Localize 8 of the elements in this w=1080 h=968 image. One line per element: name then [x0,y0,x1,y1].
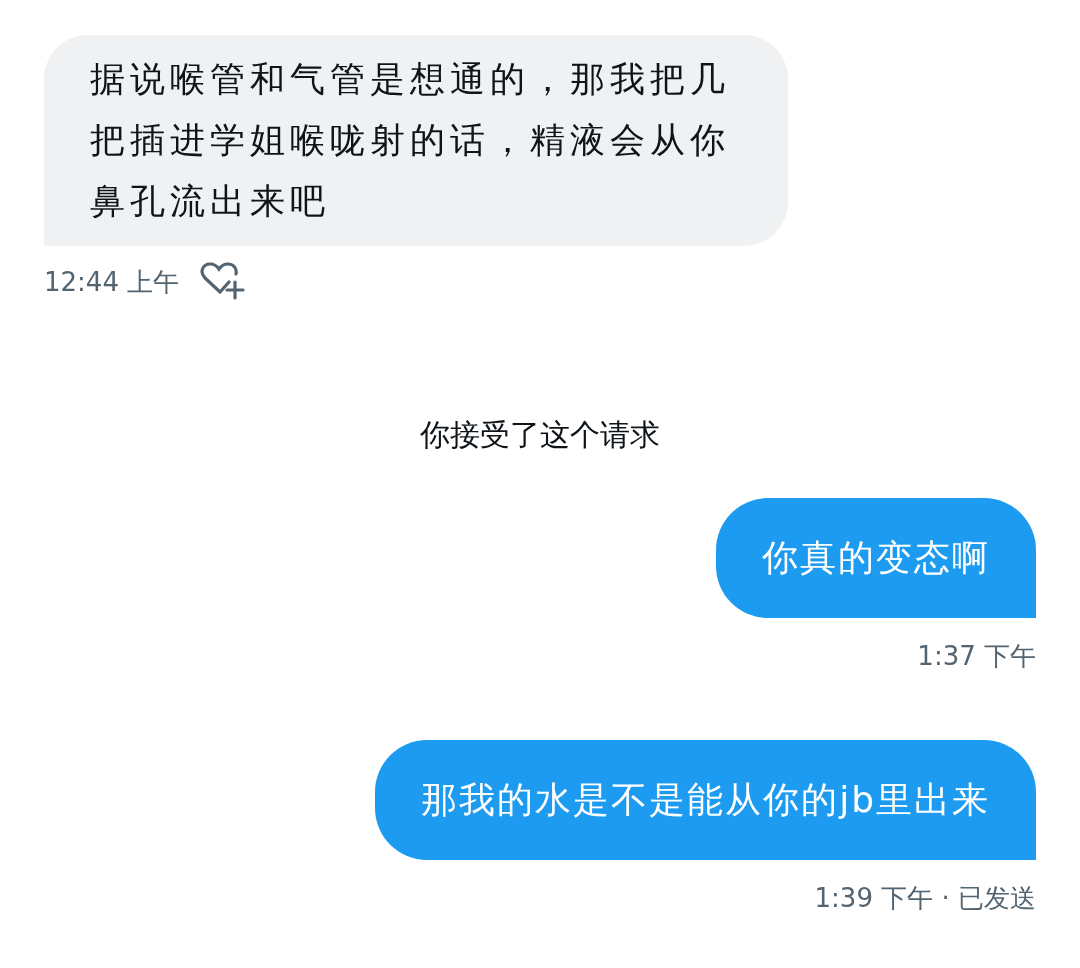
message-bubble: 那我的水是不是能从你的jb里出来 [375,740,1036,860]
like-heart-plus-icon[interactable] [199,262,246,302]
message-time: 1:37 下午 [917,640,1036,673]
message-time: 1:39 下午 · 已发送 [814,882,1036,915]
message-bubble: 据说喉管和气管是想通的，那我把几把插进学姐喉咙射的话，精液会从你鼻孔流出来吧 [44,35,788,246]
message-bubble: 你真的变态啊 [716,498,1036,618]
message-time: 12:44 上午 [44,265,180,299]
system-notice: 你接受了这个请求 [420,416,660,454]
